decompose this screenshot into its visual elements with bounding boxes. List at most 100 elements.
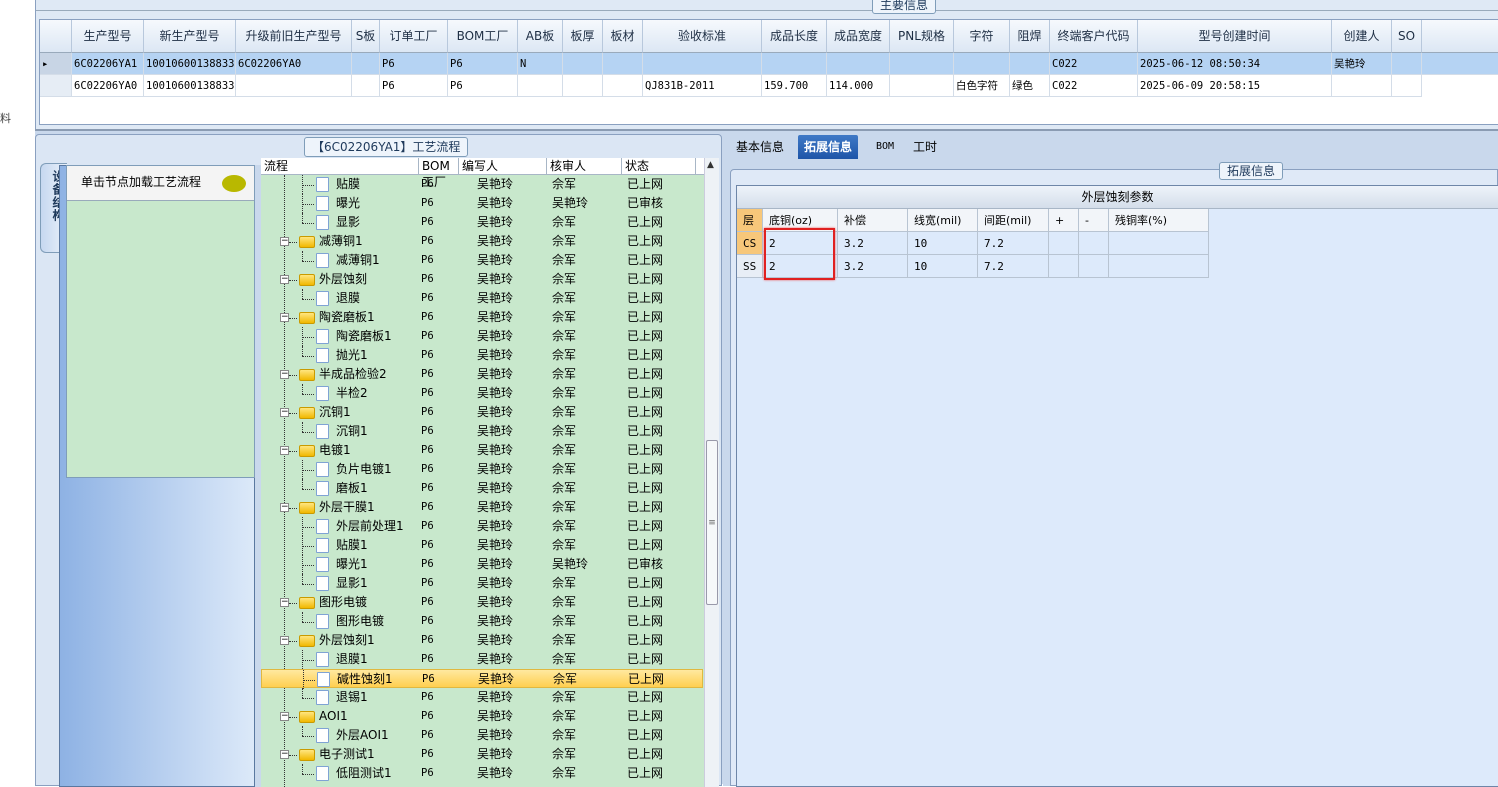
tree-row[interactable]: 陶瓷磨板1 P6 吴艳玲 佘军 已上网 xyxy=(261,327,703,346)
ext-column-header[interactable]: - xyxy=(1079,209,1109,232)
column-header[interactable]: 阻焊 xyxy=(1010,20,1050,53)
table-cell[interactable] xyxy=(954,53,1010,75)
tree-row[interactable]: 低阻测试1 P6 吴艳玲 佘军 已上网 xyxy=(261,764,703,783)
tree-row[interactable]: 退膜1 P6 吴艳玲 佘军 已上网 xyxy=(261,650,703,669)
ext-column-header[interactable]: 残铜率(%) xyxy=(1109,209,1209,232)
table-cell[interactable] xyxy=(1332,75,1392,97)
table-cell[interactable] xyxy=(603,53,643,75)
tree-column-header[interactable]: 核审人 xyxy=(547,158,622,175)
column-header[interactable]: 订单工厂 xyxy=(380,20,448,53)
column-header[interactable]: 板厚 xyxy=(563,20,603,53)
collapse-icon[interactable]: − xyxy=(280,313,289,322)
tree-column-header[interactable]: 状态 xyxy=(622,158,696,175)
table-cell[interactable] xyxy=(352,75,380,97)
collapse-icon[interactable]: − xyxy=(280,636,289,645)
tree-row[interactable]: − 电镀1 P6 吴艳玲 佘军 已上网 xyxy=(261,441,703,460)
column-header[interactable]: PNL规格 xyxy=(890,20,954,53)
table-cell[interactable] xyxy=(236,75,352,97)
collapse-icon[interactable]: − xyxy=(280,503,289,512)
tree-row[interactable]: 图形电镀 P6 吴艳玲 佘军 已上网 xyxy=(261,612,703,631)
ext-column-header[interactable]: 间距(mil) xyxy=(978,209,1049,232)
tree-column-header[interactable]: 流程 xyxy=(261,158,419,175)
column-header[interactable]: 生产型号 xyxy=(72,20,144,53)
table-cell[interactable]: 6C02206YA0 xyxy=(72,75,144,97)
tree-row[interactable]: 磨板1 P6 吴艳玲 佘军 已上网 xyxy=(261,479,703,498)
collapse-icon[interactable]: − xyxy=(280,712,289,721)
tree-row[interactable]: 碱性蚀刻1 P6 吴艳玲 佘军 已上网 xyxy=(261,669,703,689)
ext-cell[interactable]: 10 xyxy=(908,232,978,255)
collapse-icon[interactable]: − xyxy=(280,408,289,417)
column-header[interactable]: S板 xyxy=(352,20,380,53)
table-cell[interactable] xyxy=(563,53,603,75)
tree-row[interactable]: 退锡1 P6 吴艳玲 佘军 已上网 xyxy=(261,688,703,707)
column-header[interactable]: 字符 xyxy=(954,20,1010,53)
tree-row[interactable]: 退膜 P6 吴艳玲 佘军 已上网 xyxy=(261,289,703,308)
column-header[interactable]: 板材 xyxy=(603,20,643,53)
table-cell[interactable] xyxy=(603,75,643,97)
ext-cell[interactable] xyxy=(1079,255,1109,278)
row-selector[interactable] xyxy=(40,75,72,97)
table-cell[interactable] xyxy=(890,53,954,75)
tree-row[interactable]: − AOI1 P6 吴艳玲 佘军 已上网 xyxy=(261,707,703,726)
table-cell[interactable]: C022 xyxy=(1050,53,1138,75)
tree-row[interactable]: 沉铜1 P6 吴艳玲 佘军 已上网 xyxy=(261,422,703,441)
ext-cell[interactable]: 7.2 xyxy=(978,232,1049,255)
tree-row[interactable]: − 外层干膜1 P6 吴艳玲 佘军 已上网 xyxy=(261,498,703,517)
tree-row[interactable]: − 半成品检验2 P6 吴艳玲 佘军 已上网 xyxy=(261,365,703,384)
column-header[interactable]: 升级前旧生产型号 xyxy=(236,20,352,53)
table-cell[interactable]: 白色字符 xyxy=(954,75,1010,97)
scroll-up-icon[interactable]: ▲ xyxy=(707,160,714,170)
table-cell[interactable]: P6 xyxy=(380,53,448,75)
ext-column-header[interactable]: 线宽(mil) xyxy=(908,209,978,232)
table-cell[interactable]: 159.700 xyxy=(762,75,827,97)
tree-column-header[interactable]: 编写人 xyxy=(459,158,547,175)
column-header[interactable]: 验收标准 xyxy=(643,20,762,53)
table-cell[interactable]: P6 xyxy=(448,53,518,75)
tree-row[interactable]: 曝光 P6 吴艳玲 吴艳玲 已审核 xyxy=(261,194,703,213)
tree-scrollbar[interactable]: ▲ ≡ xyxy=(704,158,719,787)
ext-cell[interactable] xyxy=(1049,232,1079,255)
tree-row[interactable]: − 减薄铜1 P6 吴艳玲 佘军 已上网 xyxy=(261,232,703,251)
column-header[interactable]: 终端客户代码 xyxy=(1050,20,1138,53)
table-cell[interactable] xyxy=(643,53,762,75)
column-header[interactable]: 创建人 xyxy=(1332,20,1392,53)
table-cell[interactable] xyxy=(1010,53,1050,75)
ext-cell[interactable]: 3.2 xyxy=(838,232,908,255)
tab-bom[interactable]: BOM xyxy=(870,135,900,159)
collapse-icon[interactable]: − xyxy=(280,237,289,246)
table-cell[interactable] xyxy=(890,75,954,97)
tree-row[interactable]: − 沉铜1 P6 吴艳玲 佘军 已上网 xyxy=(261,403,703,422)
ext-cell[interactable] xyxy=(1109,232,1209,255)
table-cell[interactable]: 6C02206YA0 xyxy=(236,53,352,75)
column-header[interactable]: SO xyxy=(1392,20,1422,53)
tab-basic[interactable]: 基本信息 xyxy=(730,135,790,159)
row-selector[interactable]: ▸ xyxy=(40,53,72,75)
ext-cell[interactable]: 7.2 xyxy=(978,255,1049,278)
collapse-icon[interactable]: − xyxy=(280,446,289,455)
tree-row[interactable]: 曝光1 P6 吴艳玲 吴艳玲 已审核 xyxy=(261,555,703,574)
tree-row[interactable]: 负片电镀1 P6 吴艳玲 佘军 已上网 xyxy=(261,460,703,479)
ext-column-header[interactable]: 层 xyxy=(737,209,763,232)
tree-row[interactable]: 贴膜 P6 吴艳玲 佘军 已上网 xyxy=(261,175,703,194)
table-cell[interactable]: QJ831B-2011 xyxy=(643,75,762,97)
ext-cell[interactable] xyxy=(1049,255,1079,278)
column-header[interactable]: BOM工厂 xyxy=(448,20,518,53)
table-cell[interactable] xyxy=(1392,53,1422,75)
column-header[interactable]: 新生产型号 xyxy=(144,20,236,53)
tree-row[interactable]: − 外层蚀刻1 P6 吴艳玲 佘军 已上网 xyxy=(261,631,703,650)
column-header[interactable]: 型号创建时间 xyxy=(1138,20,1332,53)
table-cell[interactable] xyxy=(518,75,563,97)
table-cell[interactable]: 2025-06-09 20:58:15 xyxy=(1138,75,1332,97)
table-cell[interactable]: 2025-06-12 08:50:34 xyxy=(1138,53,1332,75)
table-cell[interactable]: C022 xyxy=(1050,75,1138,97)
table-cell[interactable]: P6 xyxy=(380,75,448,97)
column-header[interactable]: AB板 xyxy=(518,20,563,53)
tree-row[interactable]: 贴膜1 P6 吴艳玲 佘军 已上网 xyxy=(261,536,703,555)
ext-cell[interactable]: 3.2 xyxy=(838,255,908,278)
table-cell[interactable]: 10010600138833 xyxy=(144,75,236,97)
ext-cell[interactable]: 10 xyxy=(908,255,978,278)
collapse-icon[interactable]: − xyxy=(280,750,289,759)
tree-row[interactable]: 显影1 P6 吴艳玲 佘军 已上网 xyxy=(261,574,703,593)
collapse-icon[interactable]: − xyxy=(280,370,289,379)
table-cell[interactable] xyxy=(563,75,603,97)
